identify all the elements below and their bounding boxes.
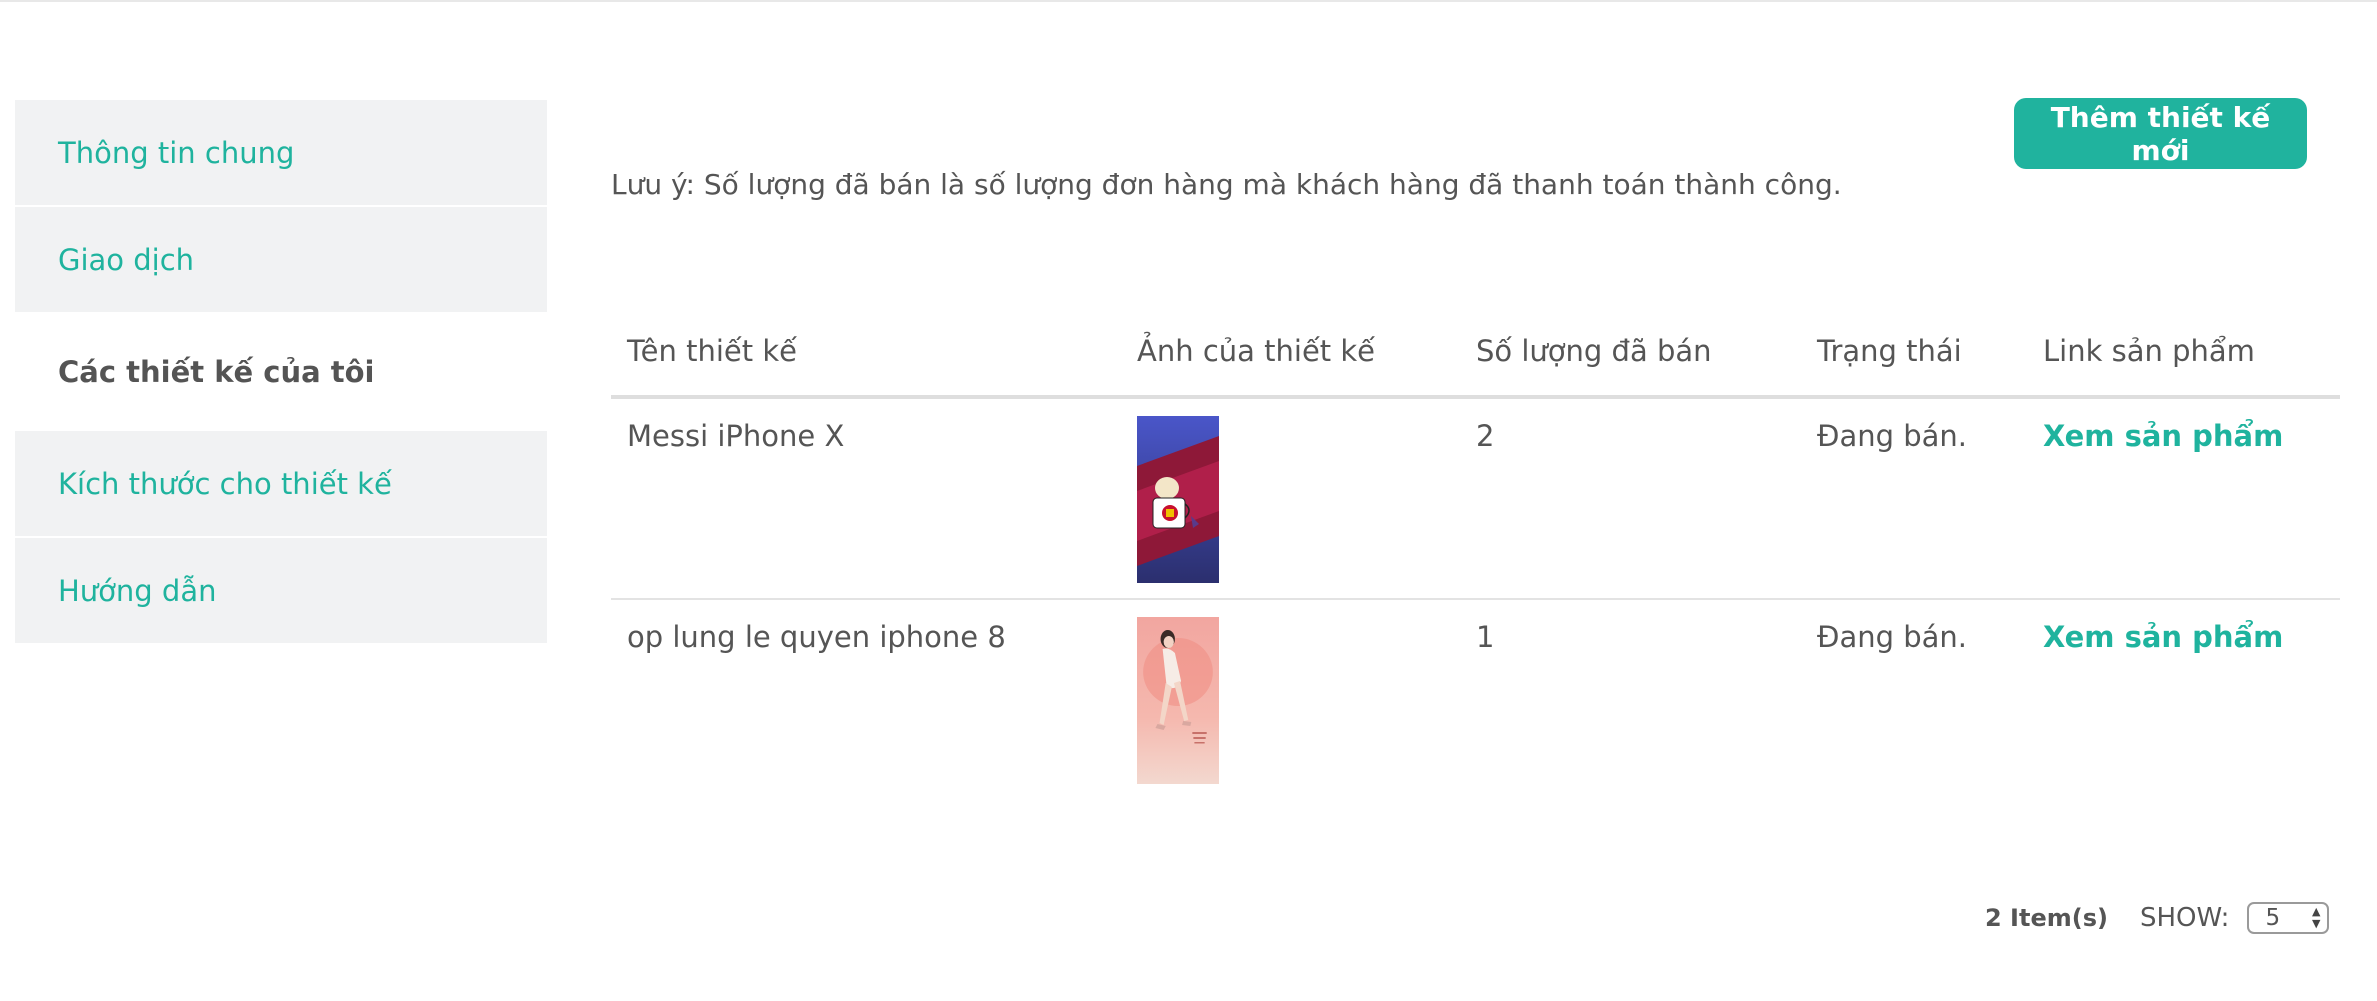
designs-table: Tên thiết kế Ảnh của thiết kế Số lượng đ… <box>611 310 2340 799</box>
pagination-footer: 2 Item(s) SHOW: 5 ▲ ▼ <box>1985 900 2330 936</box>
column-header-sold: Số lượng đã bán <box>1476 334 1712 368</box>
sold-quantity-note: Lưu ý: Số lượng đã bán là số lượng đơn h… <box>611 168 1842 201</box>
view-product-link[interactable]: Xem sản phẩm <box>2043 620 2283 654</box>
view-product-link[interactable]: Xem sản phẩm <box>2043 419 2283 453</box>
le-quyen-design-thumbnail[interactable] <box>1137 617 1219 784</box>
design-name: Messi iPhone X <box>627 419 845 453</box>
sidebar-item-my-designs[interactable]: Các thiết kế của tôi <box>15 314 547 431</box>
table-row: op lung le quyen iphone 8 1 Đang bán. Xe… <box>611 600 2340 799</box>
column-header-image: Ảnh của thiết kế <box>1137 334 1376 368</box>
sidebar: Thông tin chung Giao dịch Các thiết kế c… <box>15 100 547 645</box>
top-divider <box>0 0 2377 2</box>
sidebar-item-label: Kích thước cho thiết kế <box>58 466 392 501</box>
column-header-name: Tên thiết kế <box>627 334 797 368</box>
sold-quantity: 2 <box>1476 419 1495 453</box>
add-new-design-button[interactable]: Thêm thiết kế mới <box>2014 98 2307 169</box>
column-header-status: Trạng thái <box>1817 334 1962 368</box>
status-text: Đang bán. <box>1817 620 1968 654</box>
sidebar-item-label: Hướng dẫn <box>58 573 217 608</box>
status-text: Đang bán. <box>1817 419 1968 453</box>
items-count: 2 Item(s) <box>1985 904 2108 932</box>
select-arrows-icon: ▲ ▼ <box>2311 905 2321 930</box>
sidebar-item-general-info[interactable]: Thông tin chung <box>15 100 547 207</box>
sidebar-item-transactions[interactable]: Giao dịch <box>15 207 547 314</box>
sold-quantity: 1 <box>1476 620 1495 654</box>
page-size-value: 5 <box>2265 905 2281 931</box>
sidebar-item-guide[interactable]: Hướng dẫn <box>15 538 547 645</box>
page-size-select[interactable]: 5 ▲ ▼ <box>2247 902 2330 934</box>
table-header: Tên thiết kế Ảnh của thiết kế Số lượng đ… <box>611 310 2340 399</box>
column-header-link: Link sản phẩm <box>2043 334 2255 368</box>
sidebar-item-design-sizes[interactable]: Kích thước cho thiết kế <box>15 431 547 538</box>
sidebar-item-label: Giao dịch <box>58 242 195 277</box>
sidebar-item-label: Các thiết kế của tôi <box>58 354 375 389</box>
design-name: op lung le quyen iphone 8 <box>627 620 1006 654</box>
show-label: SHOW: <box>2139 903 2230 933</box>
sidebar-item-label: Thông tin chung <box>58 135 295 170</box>
messi-design-thumbnail[interactable] <box>1137 416 1219 583</box>
table-row: Messi iPhone X 2 Đang bán. Xem sản phẩm <box>611 399 2340 600</box>
